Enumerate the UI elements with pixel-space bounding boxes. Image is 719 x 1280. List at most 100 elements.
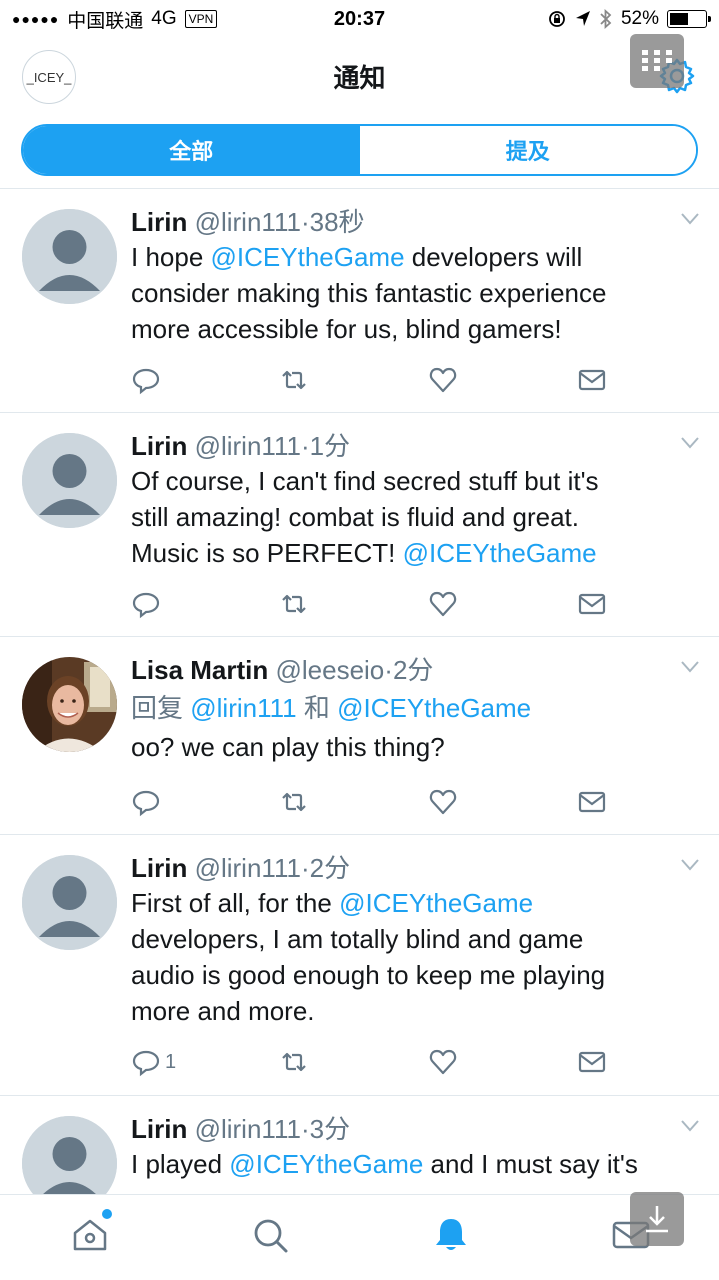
timestamp: 2分 xyxy=(392,655,434,685)
tweet[interactable]: Lirin @lirin111·38秒 I hope @ICEYtheGame … xyxy=(0,189,719,413)
default-avatar[interactable] xyxy=(22,433,117,528)
text-segment: consider making this fantastic experienc… xyxy=(131,278,607,308)
network-label: 4G xyxy=(151,8,177,29)
mention-link[interactable]: @ICEYtheGame xyxy=(211,242,405,272)
envelope-icon xyxy=(578,369,606,391)
download-overlay-icon[interactable] xyxy=(630,1192,684,1246)
author-name[interactable]: Lirin xyxy=(131,853,187,883)
tweet-text-line: Of course, I can't find secred stuff but… xyxy=(131,463,679,499)
mention-link[interactable]: @ICEYtheGame xyxy=(403,538,597,568)
status-time: 20:37 xyxy=(333,7,386,30)
like-button[interactable] xyxy=(428,787,458,817)
mention-link[interactable]: @ICEYtheGame xyxy=(229,1149,423,1179)
default-avatar[interactable] xyxy=(22,1116,117,1194)
tweet[interactable]: Lirin @lirin111·2分 First of all, for the… xyxy=(0,835,719,1096)
dm-button[interactable] xyxy=(577,365,607,395)
tweet-text: oo? we can play this thing? xyxy=(131,729,679,765)
user-photo-avatar[interactable] xyxy=(22,657,117,752)
tab-mentions[interactable]: 提及 xyxy=(359,126,696,174)
tweet-text: Of course, I can't find secred stuff but… xyxy=(131,463,679,571)
text-segment: developers will xyxy=(404,242,583,272)
tab-bar xyxy=(0,1194,719,1280)
like-button[interactable] xyxy=(428,1047,458,1077)
author-handle: @lirin111 xyxy=(194,431,301,461)
tweet-actions xyxy=(0,345,719,415)
chevron-down-icon[interactable] xyxy=(681,437,699,449)
author-name[interactable]: Lirin xyxy=(131,431,187,461)
retweet-button[interactable] xyxy=(279,365,309,395)
timestamp: 1分 xyxy=(309,431,351,461)
dm-button[interactable] xyxy=(577,1047,607,1077)
default-avatar[interactable] xyxy=(22,209,117,304)
text-segment: audio is good enough to keep me playing xyxy=(131,960,606,990)
dm-button[interactable] xyxy=(577,787,607,817)
reply-label: 回复 xyxy=(131,693,184,723)
tweet-text-line: more and more. xyxy=(131,993,679,1029)
tweet-text-line: audio is good enough to keep me playing xyxy=(131,957,679,993)
chevron-down-icon[interactable] xyxy=(681,661,699,673)
retweet-button[interactable] xyxy=(279,787,309,817)
separator-dot: · xyxy=(300,431,310,461)
text-segment: Of course, I can't find secred stuff but… xyxy=(131,466,599,496)
timestamp: 2分 xyxy=(309,853,351,883)
text-segment: I hope xyxy=(131,242,211,272)
mention-link[interactable]: @lirin111 xyxy=(190,693,296,723)
default-avatar[interactable] xyxy=(22,855,117,950)
tab-search[interactable] xyxy=(250,1215,290,1255)
mention-link[interactable]: @ICEYtheGame xyxy=(337,693,531,723)
tweet-actions xyxy=(0,569,719,639)
tweet-text: I played @ICEYtheGame and I must say it'… xyxy=(131,1146,679,1182)
chevron-down-icon[interactable] xyxy=(681,1120,699,1132)
author-name[interactable]: Lisa Martin xyxy=(131,655,268,685)
grid-overlay-icon[interactable] xyxy=(630,34,684,88)
reply-icon xyxy=(132,1050,160,1077)
carrier-label: 中国联通 xyxy=(67,10,144,32)
reply-button[interactable] xyxy=(131,365,165,395)
tweet[interactable]: Lirin @lirin111·3分 I played @ICEYtheGame… xyxy=(0,1096,719,1194)
heart-icon xyxy=(429,367,457,393)
retweet-button[interactable] xyxy=(279,1047,309,1077)
heart-icon xyxy=(429,789,457,815)
tweet-actions: 1 xyxy=(0,1027,719,1097)
notification-feed[interactable]: Lirin @lirin111·38秒 I hope @ICEYtheGame … xyxy=(0,189,719,1194)
envelope-icon xyxy=(578,593,606,615)
home-icon xyxy=(73,1219,107,1251)
dm-button[interactable] xyxy=(577,589,607,619)
reply-button[interactable]: 1 xyxy=(131,1047,176,1077)
tab-notifications[interactable] xyxy=(431,1215,471,1255)
heart-icon xyxy=(429,591,457,617)
text-segment: I played xyxy=(131,1149,230,1179)
chevron-down-icon[interactable] xyxy=(681,859,699,871)
author-name[interactable]: Lirin xyxy=(131,207,187,237)
text-segment: oo? we can play this thing? xyxy=(131,732,445,762)
timestamp: 3分 xyxy=(309,1114,351,1144)
new-content-dot xyxy=(102,1209,112,1219)
reply-count: 1 xyxy=(165,1050,177,1073)
author-name[interactable]: Lirin xyxy=(131,1114,187,1144)
tab-all[interactable]: 全部 xyxy=(23,126,360,174)
reply-icon xyxy=(132,592,160,619)
like-button[interactable] xyxy=(428,365,458,395)
text-segment: more accessible for us, blind gamers! xyxy=(131,314,562,344)
tweet-text-line: more accessible for us, blind gamers! xyxy=(131,311,679,347)
reply-button[interactable] xyxy=(131,589,165,619)
mention-link[interactable]: @ICEYtheGame xyxy=(339,888,533,918)
separator-dot: · xyxy=(384,655,393,685)
tweet[interactable]: Lisa Martin @leeseio·2分 回复 @lirin111 和 @… xyxy=(0,637,719,835)
battery-percent: 52% xyxy=(620,8,659,29)
vpn-badge: VPN xyxy=(184,10,218,28)
reply-icon xyxy=(132,790,160,817)
tweet-text: First of all, for the @ICEYtheGame develo… xyxy=(131,885,679,1029)
status-bar: ●●●●● 中国联通 4G VPN 20:37 52% xyxy=(0,0,719,38)
text-segment: Music is so PERFECT! xyxy=(131,538,403,568)
chevron-down-icon[interactable] xyxy=(681,213,699,225)
tab-home[interactable] xyxy=(70,1209,112,1255)
bluetooth-icon xyxy=(600,8,612,30)
battery-icon xyxy=(667,10,711,28)
retweet-button[interactable] xyxy=(279,589,309,619)
tweet[interactable]: Lirin @lirin111·1分 Of course, I can't fi… xyxy=(0,413,719,637)
tweet-text-line: still amazing! combat is fluid and great… xyxy=(131,499,679,535)
bell-icon xyxy=(436,1219,466,1250)
reply-button[interactable] xyxy=(131,787,165,817)
like-button[interactable] xyxy=(428,589,458,619)
